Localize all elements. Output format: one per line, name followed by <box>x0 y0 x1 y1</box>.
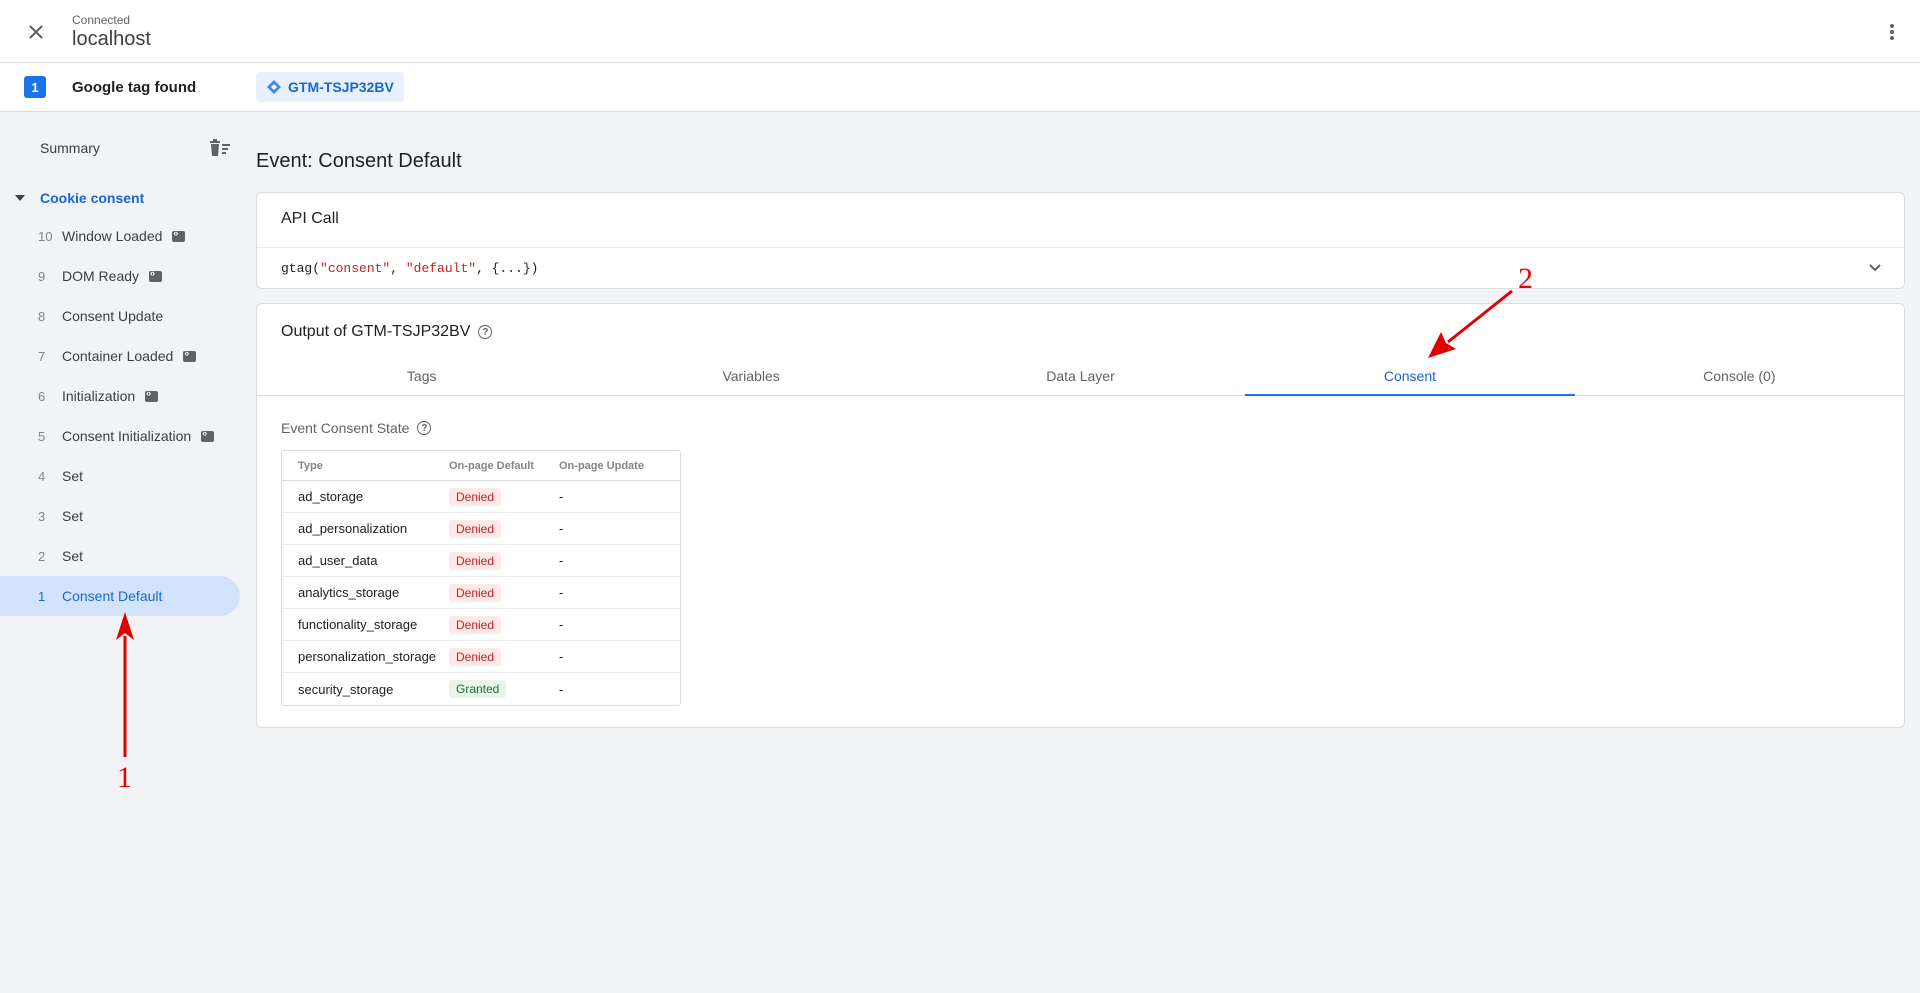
column-header: On-page Update <box>559 451 680 481</box>
event-label: Set <box>62 508 84 524</box>
event-number: 9 <box>38 268 46 284</box>
group-label: Cookie consent <box>40 190 145 206</box>
divider <box>257 247 1904 248</box>
status-badge: Denied <box>449 551 502 570</box>
gtm-diamond-icon <box>267 80 281 94</box>
event-label: Container Loaded <box>62 348 174 364</box>
consent-table: Type On-page Default On-page Update ad_s… <box>281 450 681 706</box>
api-call-title: API Call <box>281 210 339 227</box>
event-number: 4 <box>38 468 46 484</box>
code-icon <box>201 428 215 442</box>
code-icon <box>172 228 186 242</box>
event-item[interactable]: 9 DOM Ready <box>0 256 240 296</box>
chevron-down-icon[interactable] <box>1866 259 1884 277</box>
event-label: Set <box>62 548 84 564</box>
event-item[interactable]: 8 Consent Update <box>0 296 240 336</box>
code-icon <box>149 268 163 282</box>
tag-count-badge: 1 <box>24 76 46 98</box>
output-title: Output of GTM-TSJP32BV ? <box>281 323 493 341</box>
table-row: ad_personalization Denied - <box>282 513 680 545</box>
close-icon[interactable] <box>22 18 50 46</box>
more-vert-icon[interactable] <box>1878 18 1906 46</box>
tab-tags[interactable]: Tags <box>257 356 586 395</box>
table-row: security_storage Granted - <box>298 680 564 698</box>
event-label: Consent Update <box>62 308 164 324</box>
status-badge: Granted <box>449 680 507 698</box>
event-number: 7 <box>38 348 46 364</box>
tag-bar: 1 Google tag found GTM-TSJP32BV <box>0 63 1920 112</box>
event-item[interactable]: 6 Initialization <box>0 376 240 416</box>
container-id: GTM-TSJP32BV <box>288 79 394 95</box>
api-call-code: gtag("consent", "default", {...}) <box>281 261 539 276</box>
event-label: DOM Ready <box>62 268 140 284</box>
container-chip[interactable]: GTM-TSJP32BV <box>256 72 404 102</box>
event-number: 5 <box>38 428 46 444</box>
event-number: 8 <box>38 308 46 324</box>
cookie-consent-group[interactable]: Cookie consent <box>0 184 240 212</box>
event-list: 10 Window Loaded 9 DOM Ready 8 Consent U… <box>0 216 240 616</box>
tag-found-label: Google tag found <box>72 79 197 96</box>
table-row: functionality_storage Denied - <box>282 609 680 641</box>
table-row: ad_user_data Denied - <box>282 545 680 577</box>
event-item[interactable]: 10 Window Loaded <box>0 216 240 256</box>
top-header: Connected localhost <box>0 0 1920 63</box>
api-call-card: API Call gtag("consent", "default", {...… <box>256 192 1905 289</box>
annotation-label-2: 2 <box>1518 262 1533 295</box>
status-badge: Denied <box>449 647 502 666</box>
column-header: Type <box>282 451 449 481</box>
event-label: Initialization <box>62 388 136 404</box>
code-icon <box>183 348 197 362</box>
table-row: analytics_storage Denied - <box>282 577 680 609</box>
event-number: 2 <box>38 548 46 564</box>
event-item[interactable]: 5 Consent Initialization <box>0 416 240 456</box>
tab-consent[interactable]: Consent <box>1245 356 1576 396</box>
connection-status: Connected <box>72 13 131 27</box>
help-icon[interactable]: ? <box>417 421 432 435</box>
event-number: 10 <box>38 228 53 244</box>
tab-variables[interactable]: Variables <box>586 356 915 395</box>
event-item[interactable]: 7 Container Loaded <box>0 336 240 376</box>
event-number: 6 <box>38 388 46 404</box>
table-row: personalization_storage Denied - <box>282 641 680 673</box>
consent-state-title: Event Consent State ? <box>281 420 432 436</box>
event-item-selected[interactable]: 1 Consent Default <box>0 576 240 616</box>
help-icon[interactable]: ? <box>478 325 493 339</box>
tab-data-layer[interactable]: Data Layer <box>916 356 1245 395</box>
status-badge: Denied <box>449 487 502 506</box>
status-badge: Denied <box>449 583 502 602</box>
host-name: localhost <box>72 28 151 50</box>
event-item[interactable]: 3 Set <box>0 496 240 536</box>
code-icon <box>145 388 159 402</box>
tab-console[interactable]: Console (0) <box>1575 356 1904 395</box>
output-tabs: Tags Variables Data Layer Consent Consol… <box>257 356 1904 396</box>
page-title: Event: Consent Default <box>256 150 462 172</box>
event-label: Consent Initialization <box>62 428 192 444</box>
output-card: Output of GTM-TSJP32BV ? Tags Variables … <box>256 303 1905 728</box>
sidebar: Summary Cookie consent 10 Window Loaded … <box>0 112 245 993</box>
event-number: 3 <box>38 508 46 524</box>
expand-arrow-icon <box>15 195 25 201</box>
event-number: 1 <box>38 588 46 604</box>
event-label: Consent Default <box>62 588 163 604</box>
summary-link[interactable]: Summary <box>40 140 100 156</box>
clear-messages-icon[interactable] <box>208 138 232 160</box>
table-row: ad_storage Denied - <box>282 481 680 513</box>
status-badge: Denied <box>449 519 502 538</box>
event-item[interactable]: 2 Set <box>0 536 240 576</box>
annotation-label-1: 1 <box>117 761 132 794</box>
event-label: Set <box>62 468 84 484</box>
event-item[interactable]: 4 Set <box>0 456 240 496</box>
event-label: Window Loaded <box>62 228 163 244</box>
status-badge: Denied <box>449 615 502 634</box>
column-header: On-page Default <box>449 451 559 481</box>
